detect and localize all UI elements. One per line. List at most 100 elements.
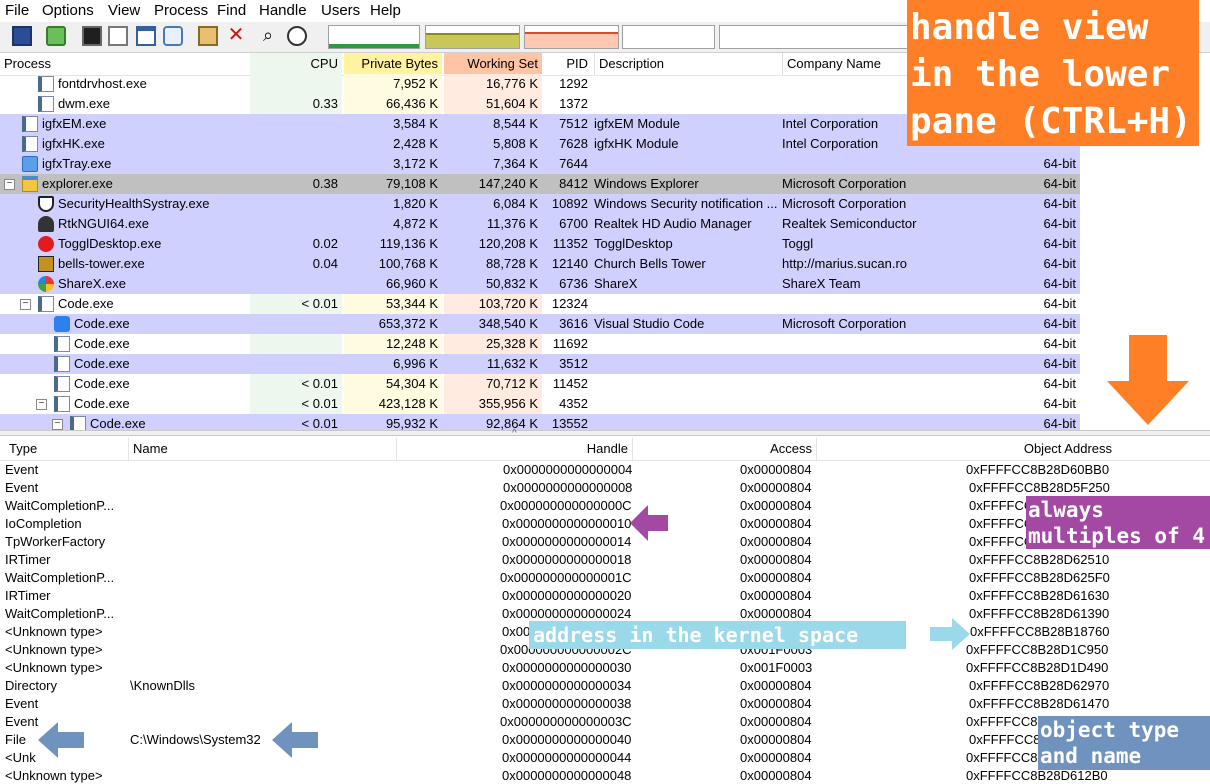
- process-company: Toggl: [782, 236, 814, 251]
- column-pid[interactable]: PID: [544, 53, 592, 75]
- column-working-set[interactable]: Working Set: [444, 53, 542, 75]
- menu-find[interactable]: Find: [217, 2, 246, 19]
- handle-object-address: 0xFFFFCC: [969, 516, 1034, 531]
- window-icon[interactable]: [136, 26, 156, 46]
- handle-object-address: 0xFFFFCC8B28D1C950: [966, 642, 1109, 657]
- column-company-name[interactable]: Company Name: [782, 53, 912, 75]
- column-process[interactable]: Process: [0, 53, 248, 75]
- column-description[interactable]: Description: [594, 53, 778, 75]
- process-company: Microsoft Corporation: [782, 316, 907, 331]
- handle-row[interactable]: IRTimer 0x0000000000000018 0x00000804 0x…: [0, 551, 1210, 569]
- column-cpu[interactable]: CPU: [250, 53, 342, 75]
- handle-access: 0x00000804: [740, 498, 812, 513]
- process-cpu: < 0.01: [301, 416, 338, 430]
- process-name: fontdrvhost.exe: [58, 76, 147, 91]
- menu-file[interactable]: File: [5, 2, 29, 19]
- collapse-icon[interactable]: −: [4, 179, 15, 190]
- process-row[interactable]: Code.exe 12,248 K 25,328 K 11692 64-bit: [0, 334, 1080, 354]
- process-row-selected[interactable]: − explorer.exe 0.38 79,108 K 147,240 K 8…: [0, 174, 1080, 194]
- process-row[interactable]: TogglDesktop.exe 0.02 119,136 K 120,208 …: [0, 234, 1080, 254]
- handle-row[interactable]: WaitCompletionP... 0x000000000000001C 0x…: [0, 569, 1210, 587]
- column-type[interactable]: Type: [5, 438, 125, 460]
- menu-process[interactable]: Process: [154, 2, 208, 19]
- collapse-icon[interactable]: −: [36, 399, 47, 410]
- properties-icon[interactable]: [108, 26, 128, 46]
- target-icon[interactable]: [287, 26, 307, 46]
- process-cpu: [250, 354, 342, 374]
- process-row[interactable]: ShareX.exe 66,960 K 50,832 K 6736 ShareX…: [0, 274, 1080, 294]
- process-row[interactable]: − Code.exe < 0.01 53,344 K 103,720 K 123…: [0, 294, 1080, 314]
- menu-users[interactable]: Users: [321, 2, 360, 19]
- handle-value: 0x0000000000000030: [502, 660, 632, 675]
- handle-value: 0x0000000000000040: [502, 732, 632, 747]
- collapse-icon[interactable]: −: [20, 299, 31, 310]
- save-icon[interactable]: [12, 26, 32, 46]
- handle-row[interactable]: File C:\Windows\System32 0x0000000000000…: [0, 731, 1210, 749]
- column-access[interactable]: Access: [632, 438, 816, 460]
- process-private-bytes: 119,136 K: [379, 236, 438, 251]
- refresh-icon[interactable]: [46, 26, 66, 46]
- column-handle[interactable]: Handle: [396, 438, 632, 460]
- handle-row[interactable]: Directory \KnownDlls 0x0000000000000034 …: [0, 677, 1210, 695]
- process-private-bytes: 3,172 K: [393, 156, 438, 171]
- column-object-address[interactable]: Object Address: [816, 438, 1116, 460]
- handle-type: File: [5, 732, 26, 747]
- show-dll-icon[interactable]: [198, 26, 218, 46]
- pane-splitter[interactable]: ^: [0, 428, 1210, 439]
- menu-help[interactable]: Help: [370, 2, 401, 19]
- process-row[interactable]: igfxTray.exe 3,172 K 7,364 K 7644 64-bit: [0, 154, 1080, 174]
- process-row[interactable]: − Code.exe < 0.01 95,932 K 92,864 K 1355…: [0, 414, 1080, 430]
- handle-row[interactable]: IRTimer 0x0000000000000020 0x00000804 0x…: [0, 587, 1210, 605]
- process-private-bytes: 4,872 K: [393, 216, 438, 231]
- process-row[interactable]: bells-tower.exe 0.04 100,768 K 88,728 K …: [0, 254, 1080, 274]
- system-info-icon[interactable]: [82, 26, 102, 46]
- handle-row[interactable]: Event 0x0000000000000004 0x00000804 0xFF…: [0, 461, 1210, 479]
- handle-type: Event: [5, 696, 39, 711]
- annotation-object-type-name: object type and name: [1038, 716, 1210, 770]
- handle-row[interactable]: Event 0x000000000000003C 0x00000804 0xFF…: [0, 713, 1210, 731]
- process-cpu: [250, 214, 342, 234]
- process-arch: 64-bit: [1043, 296, 1076, 311]
- handle-access: 0x00000804: [740, 750, 812, 765]
- handle-row[interactable]: Event 0x0000000000000008 0x00000804 0xFF…: [0, 479, 1210, 497]
- handle-value: 0x0000000000000014: [502, 534, 632, 549]
- kill-process-icon[interactable]: ✕: [226, 25, 246, 46]
- handle-row[interactable]: <Unknown type> 0x0000000000000030 0x001F…: [0, 659, 1210, 677]
- process-row[interactable]: − Code.exe < 0.01 423,128 K 355,956 K 43…: [0, 394, 1080, 414]
- process-pid: 11692: [552, 336, 588, 351]
- process-arch: 64-bit: [1043, 416, 1076, 430]
- binoculars-icon[interactable]: ⌕: [258, 26, 278, 46]
- process-name: Code.exe: [58, 296, 114, 311]
- process-working-set: 8,544 K: [493, 116, 538, 131]
- handle-type: <Unk: [5, 750, 36, 765]
- handle-row[interactable]: <Unk 0x0000000000000044 0x00000804 0xFFF…: [0, 749, 1210, 767]
- column-name[interactable]: Name: [128, 438, 396, 460]
- handle-row[interactable]: Event 0x0000000000000038 0x00000804 0xFF…: [0, 695, 1210, 713]
- process-name: explorer.exe: [42, 176, 113, 191]
- find-window-icon[interactable]: [163, 26, 183, 46]
- handle-access: 0x00000804: [740, 516, 812, 531]
- gpu-graph[interactable]: [719, 25, 909, 49]
- io-graph[interactable]: [524, 25, 619, 49]
- process-row[interactable]: Code.exe 6,996 K 11,632 K 3512 64-bit: [0, 354, 1080, 374]
- process-pid: 13552: [551, 416, 588, 430]
- handle-row[interactable]: <Unknown type> 0x0000000000000048 0x0000…: [0, 767, 1210, 784]
- process-row[interactable]: Code.exe < 0.01 54,304 K 70,712 K 11452 …: [0, 374, 1080, 394]
- menu-options[interactable]: Options: [42, 2, 94, 19]
- process-private-bytes: 95,932 K: [385, 416, 438, 430]
- menu-handle[interactable]: Handle: [259, 2, 307, 19]
- folder-icon: [22, 176, 38, 192]
- process-row[interactable]: Code.exe 653,372 K 348,540 K 3616 Visual…: [0, 314, 1080, 334]
- process-row[interactable]: RtkNGUI64.exe 4,872 K 11,376 K 6700 Real…: [0, 214, 1080, 234]
- process-private-bytes: 423,128 K: [378, 396, 438, 411]
- process-company: http://marius.sucan.ro: [782, 256, 907, 271]
- collapse-icon[interactable]: −: [52, 419, 63, 430]
- cpu-graph[interactable]: [328, 25, 420, 49]
- menu-view[interactable]: View: [108, 2, 140, 19]
- network-graph[interactable]: [622, 25, 715, 49]
- process-cpu: 0.04: [312, 256, 338, 271]
- handle-value: 0x0000000000000044: [502, 750, 632, 765]
- column-private-bytes[interactable]: Private Bytes: [344, 53, 442, 75]
- process-row[interactable]: SecurityHealthSystray.exe 1,820 K 6,084 …: [0, 194, 1080, 214]
- commit-graph[interactable]: [425, 25, 520, 49]
